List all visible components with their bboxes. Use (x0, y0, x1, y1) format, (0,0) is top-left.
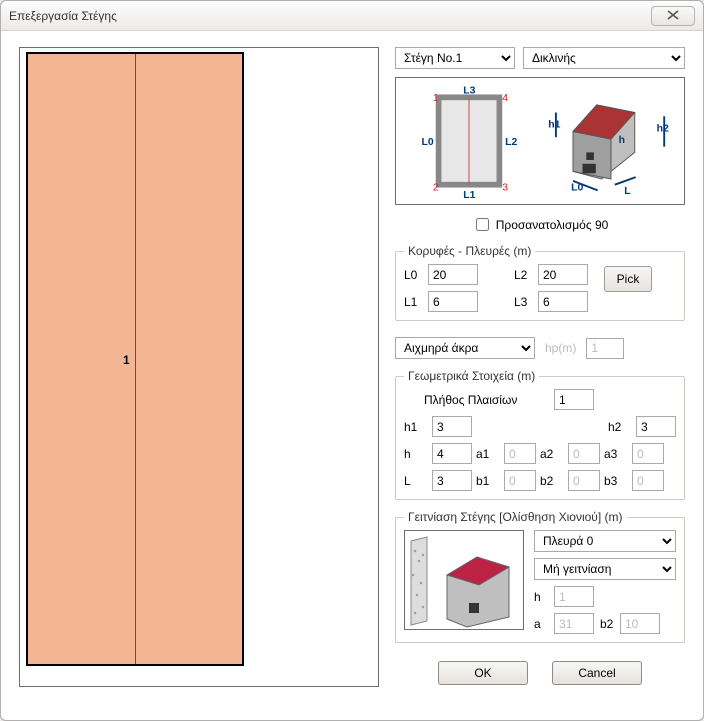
svg-text:L3: L3 (463, 86, 475, 97)
neighbor-diagram-icon (405, 531, 523, 629)
h1-input[interactable] (432, 416, 472, 437)
neigh-a-input (554, 613, 594, 634)
neigh-h-input (554, 586, 594, 607)
a3-input (632, 443, 664, 464)
l3-label: L3 (514, 295, 538, 309)
b3-input (632, 470, 664, 491)
plan-diagram-icon: 1 4 2 3 L3 L1 L0 L2 (402, 84, 536, 198)
dialog-title: Επεξεργασία Στέγης (9, 9, 651, 23)
roof-diagram: 1 4 2 3 L3 L1 L0 L2 (395, 77, 685, 205)
frames-label: Πλήθος Πλαισίων (424, 393, 544, 407)
geometry-group: Γεωμετρικά Στοιχεία (m) Πλήθος Πλαισίων … (395, 369, 685, 500)
svg-text:2: 2 (433, 182, 439, 193)
roof-type-select[interactable]: Δικλινής (523, 47, 685, 69)
svg-text:L1: L1 (463, 190, 475, 198)
h2-input[interactable] (636, 416, 676, 437)
l-label: L (404, 474, 428, 488)
a3-label: a3 (604, 447, 628, 461)
orientation-90-checkbox[interactable] (476, 218, 489, 231)
ok-button[interactable]: OK (438, 661, 528, 685)
close-icon (667, 9, 679, 23)
l0-label: L0 (404, 268, 428, 282)
h2-label: h2 (608, 420, 630, 434)
svg-text:4: 4 (502, 93, 508, 104)
orientation-90-label: Προσανατολισμός 90 (496, 218, 609, 232)
svg-text:L: L (624, 186, 631, 197)
neigh-b2-input (620, 613, 660, 634)
h-input[interactable] (432, 443, 472, 464)
vertices-group: Κορυφές - Πλευρές (m) L0 L2 L1 L3 (395, 244, 685, 321)
pick-button[interactable]: Pick (604, 266, 652, 292)
svg-text:1: 1 (433, 93, 439, 104)
l-input[interactable] (432, 470, 472, 491)
svg-text:3: 3 (502, 182, 508, 193)
svg-text:L2: L2 (505, 137, 517, 148)
iso-diagram-icon: h1 h2 h L0 L (544, 84, 678, 198)
a2-input (568, 443, 600, 464)
cancel-button[interactable]: Cancel (552, 661, 642, 685)
geometry-legend: Γεωμετρικά Στοιχεία (m) (404, 369, 539, 383)
l0-input[interactable] (428, 264, 478, 285)
l3-input[interactable] (538, 291, 588, 312)
dialog-window: Επεξεργασία Στέγης 1 Στέγη Νο.1 Δικλινής (0, 0, 704, 721)
a1-input (504, 443, 536, 464)
b3-label: b3 (604, 474, 628, 488)
neigh-b2-label: b2 (600, 617, 614, 631)
neigh-h-label: h (534, 590, 548, 604)
svg-text:h1: h1 (548, 120, 560, 131)
hp-label: hp(m) (545, 341, 576, 355)
b2-input (568, 470, 600, 491)
neighbor-legend: Γειτνίαση Στέγης [Ολίσθηση Χιονιού] (m) (404, 510, 627, 524)
roof-canvas[interactable]: 1 (19, 47, 379, 687)
svg-text:L0: L0 (422, 137, 434, 148)
right-panel: Στέγη Νο.1 Δικλινής 1 4 2 3 L3 (395, 47, 685, 706)
svg-text:h: h (619, 135, 625, 146)
svg-text:h2: h2 (657, 124, 669, 135)
b2-label: b2 (540, 474, 564, 488)
a1-label: a1 (476, 447, 500, 461)
hp-input (586, 338, 624, 359)
b1-label: b1 (476, 474, 500, 488)
a2-label: a2 (540, 447, 564, 461)
close-button[interactable] (651, 6, 695, 26)
roof-ridge-line (135, 54, 136, 664)
l1-input[interactable] (428, 291, 478, 312)
neigh-a-label: a (534, 617, 548, 631)
h-label: h (404, 447, 428, 461)
titlebar: Επεξεργασία Στέγης (1, 1, 703, 31)
roof-select[interactable]: Στέγη Νο.1 (395, 47, 515, 69)
roof-number-label: 1 (123, 353, 130, 367)
neighbor-side-select[interactable]: Πλευρά 0 (534, 530, 676, 552)
frames-input[interactable] (554, 389, 594, 410)
neighbor-diagram (404, 530, 524, 630)
l2-label: L2 (514, 268, 538, 282)
vertices-legend: Κορυφές - Πλευρές (m) (404, 244, 535, 258)
dialog-content: 1 Στέγη Νο.1 Δικλινής 1 4 (1, 31, 703, 720)
h1-label: h1 (404, 420, 426, 434)
l2-input[interactable] (538, 264, 588, 285)
b1-input (504, 470, 536, 491)
neighbor-relation-select[interactable]: Μή γειτνίαση (534, 558, 676, 580)
neighbor-group: Γειτνίαση Στέγης [Ολίσθηση Χιονιού] (m) (395, 510, 685, 643)
edge-type-select[interactable]: Αιχμηρά άκρα (395, 337, 535, 359)
roof-shape: 1 (26, 52, 244, 666)
l1-label: L1 (404, 295, 428, 309)
